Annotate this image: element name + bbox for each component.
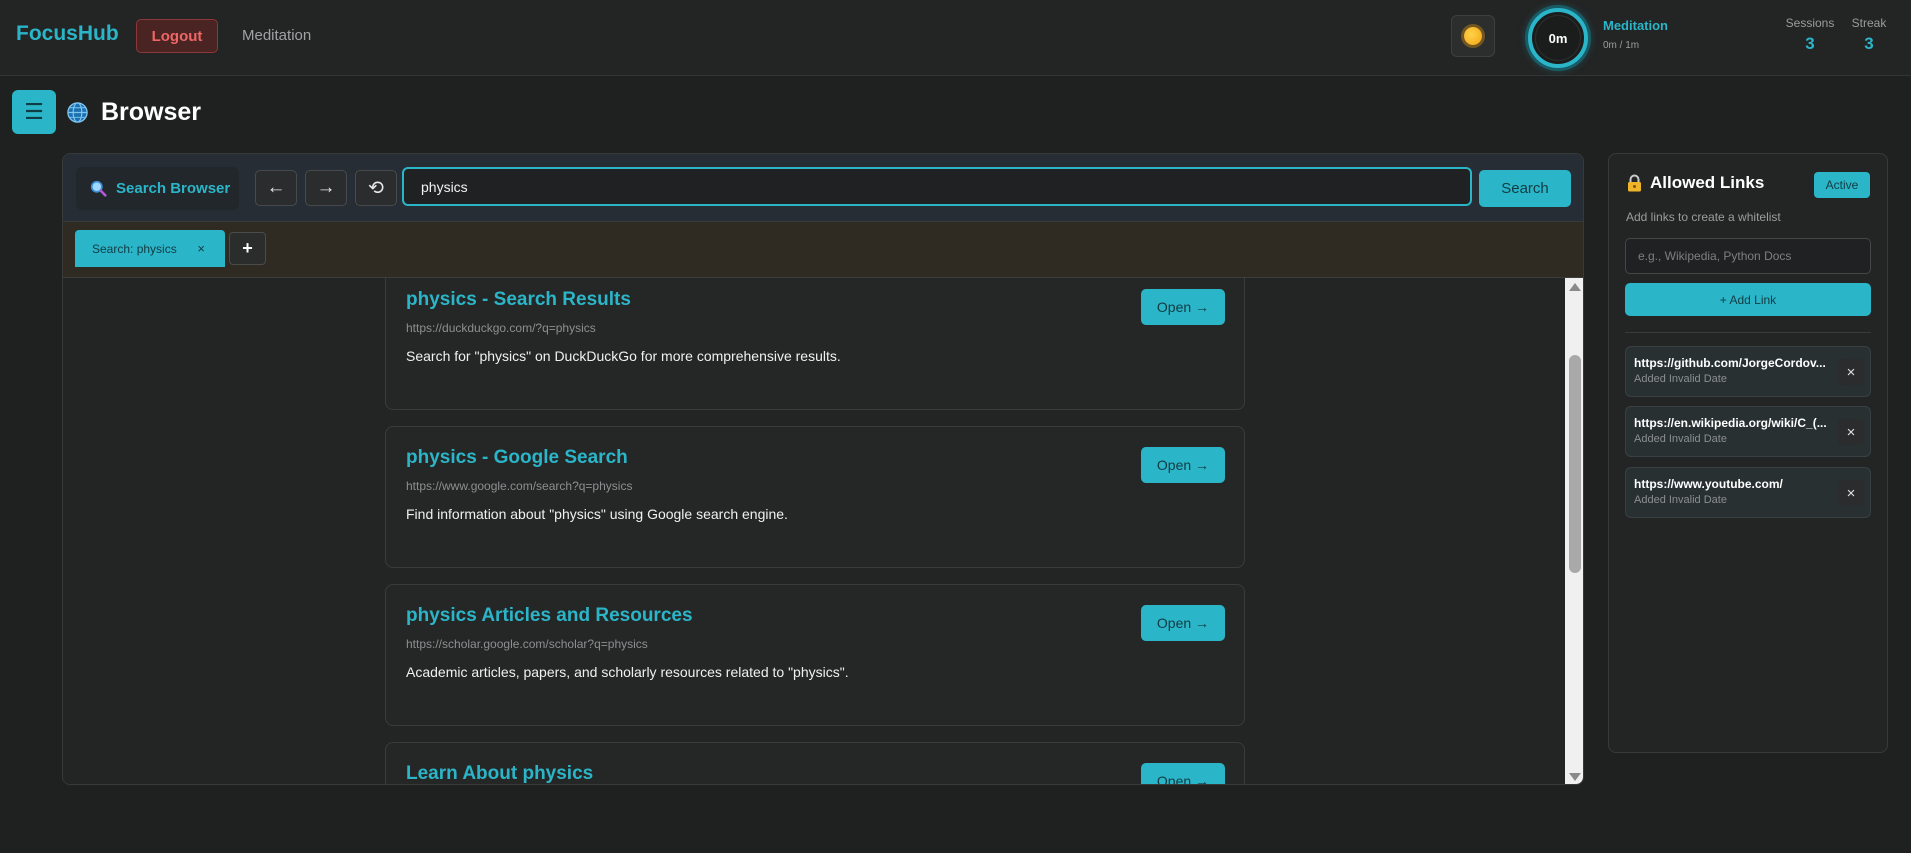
divider <box>1625 332 1871 333</box>
result-title[interactable]: Learn About physics <box>406 763 593 784</box>
url-search-input[interactable] <box>402 167 1472 206</box>
reload-button[interactable]: ⟲ <box>355 170 397 206</box>
globe-icon <box>67 102 88 123</box>
search-browser-button[interactable]: Search Browser <box>76 167 239 210</box>
result-url: https://www.google.com/search?q=physics <box>406 479 633 493</box>
forward-button[interactable]: → <box>305 170 347 206</box>
result-url: https://scholar.google.com/scholar?q=phy… <box>406 637 648 651</box>
allowed-link-item: https://en.wikipedia.org/wiki/C_(... Add… <box>1625 406 1871 457</box>
logout-button[interactable]: Logout <box>136 19 218 53</box>
result-card: physics Articles and Resources https://s… <box>385 584 1245 726</box>
add-link-button[interactable]: + Add Link <box>1625 283 1871 316</box>
result-card: Learn About physics Open → <box>385 742 1245 784</box>
menu-toggle-button[interactable]: ☰ <box>12 90 56 134</box>
allowed-link-date: Added Invalid Date <box>1634 494 1727 506</box>
results-scrollbar[interactable] <box>1565 278 1583 784</box>
allowed-link-date: Added Invalid Date <box>1634 433 1727 445</box>
browser-tab[interactable]: Search: physics × <box>75 230 225 267</box>
timer-progress: 0m / 1m <box>1603 40 1640 51</box>
new-tab-button[interactable]: + <box>229 232 266 265</box>
top-navigation: FocusHub Logout Meditation 0m Meditation… <box>0 0 1911 76</box>
remove-link-button[interactable]: × <box>1838 419 1864 445</box>
result-card: physics - Search Results https://duckduc… <box>385 278 1245 410</box>
magnifier-icon <box>90 180 107 197</box>
open-button[interactable]: Open → <box>1141 289 1225 325</box>
streak-value: 3 <box>1864 34 1874 53</box>
allowed-link-item: https://github.com/JorgeCordov... Added … <box>1625 346 1871 397</box>
open-button[interactable]: Open → <box>1141 447 1225 483</box>
sessions-label: Sessions <box>1785 16 1835 30</box>
allowed-links-subtitle: Add links to create a whitelist <box>1626 210 1781 224</box>
result-title[interactable]: physics - Search Results <box>406 289 631 311</box>
search-button[interactable]: Search <box>1479 170 1571 207</box>
allowed-link-url: https://en.wikipedia.org/wiki/C_(... <box>1634 416 1827 430</box>
result-card: physics - Google Search https://www.goog… <box>385 426 1245 568</box>
page-title: Browser <box>101 98 202 126</box>
streak-label: Streak <box>1851 16 1887 30</box>
scroll-down-arrow-icon[interactable] <box>1569 773 1581 781</box>
scroll-thumb[interactable] <box>1569 355 1581 573</box>
search-browser-label: Search Browser <box>116 180 231 197</box>
timer-display: 0m <box>1535 15 1581 61</box>
result-description: Academic articles, papers, and scholarly… <box>406 664 849 680</box>
sun-icon <box>1464 27 1482 45</box>
result-description: Find information about "physics" using G… <box>406 506 788 522</box>
tab-label: Search: physics <box>92 241 177 256</box>
result-title[interactable]: physics - Google Search <box>406 447 628 469</box>
theme-toggle-button[interactable] <box>1451 15 1495 57</box>
remove-link-button[interactable]: × <box>1838 359 1864 385</box>
timer-title: Meditation <box>1603 18 1668 33</box>
nav-link-meditation[interactable]: Meditation <box>242 27 311 44</box>
result-description: Search for "physics" on DuckDuckGo for m… <box>406 348 841 364</box>
browser-toolbar: Search Browser ← → ⟲ Search <box>63 154 1583 222</box>
allowed-link-url: https://github.com/JorgeCordov... <box>1634 356 1826 370</box>
scroll-up-arrow-icon[interactable] <box>1569 283 1581 291</box>
sessions-value: 3 <box>1805 34 1815 53</box>
search-results-list[interactable]: physics - Search Results https://duckduc… <box>63 278 1565 784</box>
streak-stat: Streak 3 <box>1844 16 1894 54</box>
open-button[interactable]: Open → <box>1141 763 1225 784</box>
add-link-input[interactable] <box>1625 238 1871 274</box>
back-button[interactable]: ← <box>255 170 297 206</box>
allowed-link-url: https://www.youtube.com/ <box>1634 477 1783 491</box>
tab-close-icon[interactable]: × <box>197 241 205 256</box>
result-url: https://duckduckgo.com/?q=physics <box>406 321 596 335</box>
active-status-badge[interactable]: Active <box>1814 172 1870 198</box>
remove-link-button[interactable]: × <box>1838 480 1864 506</box>
result-title[interactable]: physics Articles and Resources <box>406 605 693 627</box>
brand-logo[interactable]: FocusHub <box>16 22 119 46</box>
open-button[interactable]: Open → <box>1141 605 1225 641</box>
tab-strip: Search: physics × + <box>63 222 1583 278</box>
browser-panel: Search Browser ← → ⟲ Search Search: phys… <box>62 153 1584 785</box>
lock-icon <box>1628 174 1641 192</box>
allowed-link-item: https://www.youtube.com/ Added Invalid D… <box>1625 467 1871 518</box>
meditation-timer-ring[interactable]: 0m <box>1528 8 1588 68</box>
allowed-link-date: Added Invalid Date <box>1634 373 1727 385</box>
allowed-links-panel: Allowed Links Active Add links to create… <box>1608 153 1888 753</box>
hamburger-icon: ☰ <box>24 99 44 124</box>
sessions-stat: Sessions 3 <box>1780 16 1840 54</box>
allowed-links-title: Allowed Links <box>1650 173 1765 192</box>
